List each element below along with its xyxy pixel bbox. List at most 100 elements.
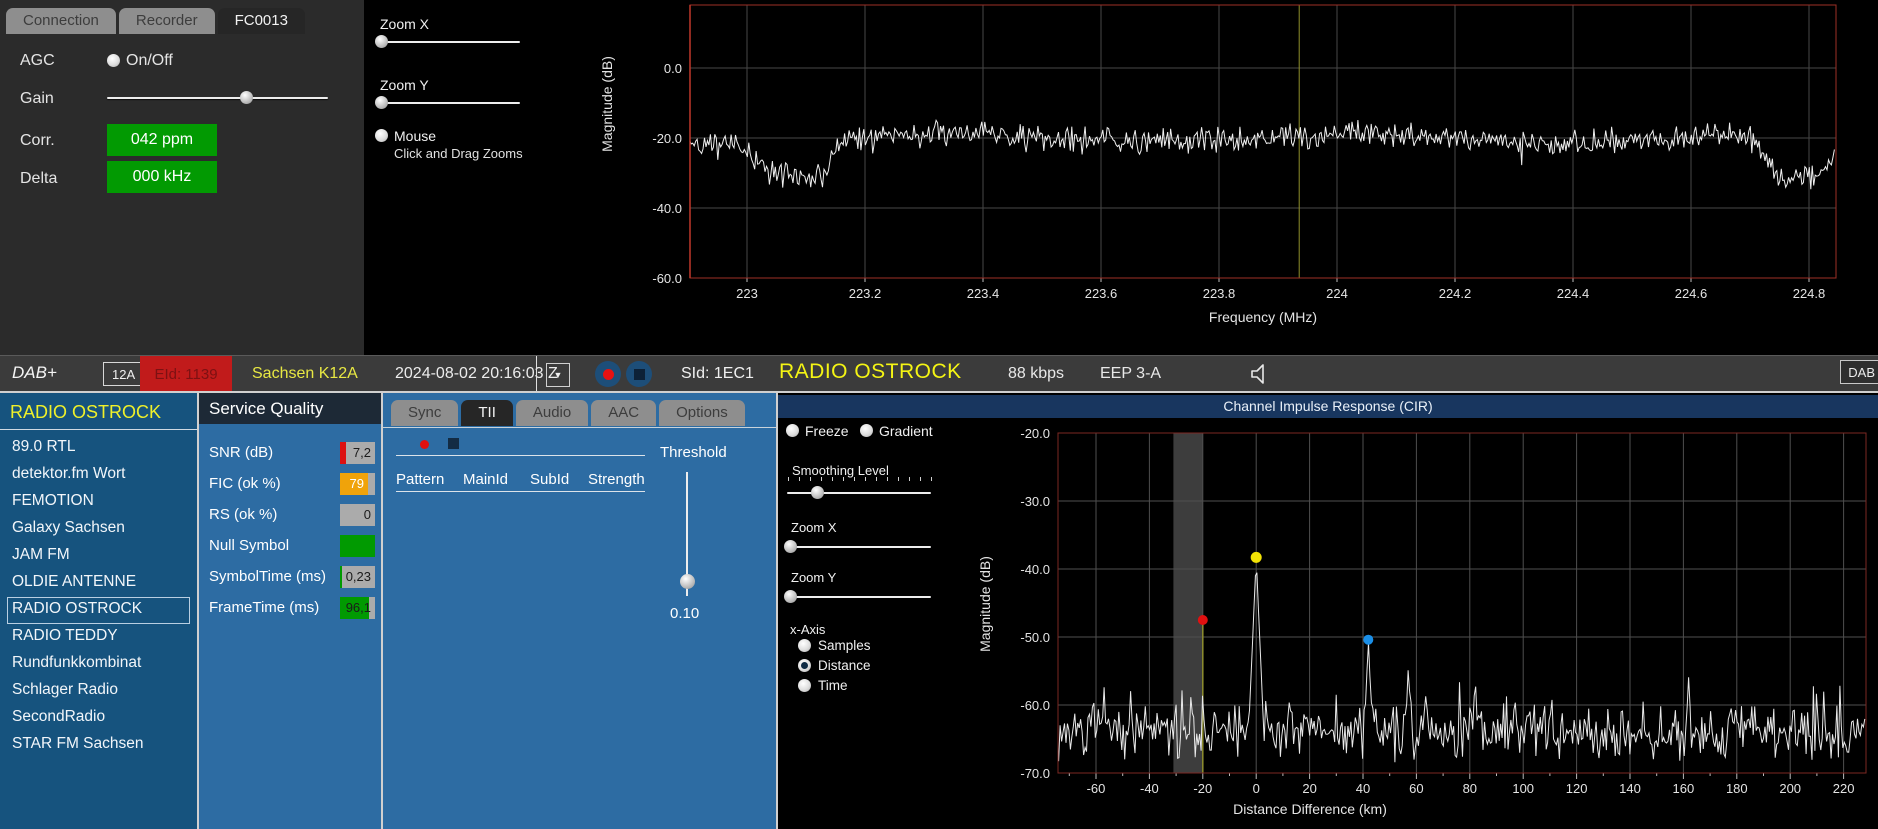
bitrate: 88 kbps [1008,365,1064,383]
threshold-slider-handle[interactable] [680,574,695,589]
radio-icon[interactable] [798,639,811,652]
tab-sync[interactable]: Sync [391,400,458,426]
quality-bar: 7,2 [340,442,375,464]
x-axis-option-time[interactable]: Time [798,678,848,693]
svg-text:-60.0: -60.0 [652,271,682,286]
tab-fc0013[interactable]: FC0013 [218,8,305,34]
tab-audio[interactable]: Audio [516,400,588,426]
dab-mode-label: DAB+ [12,363,57,383]
spectrum-zoom-x-handle[interactable] [375,35,388,48]
gain-slider-track[interactable] [107,97,328,99]
cir-plot[interactable]: -60-40-20020406080100120140160180200220-… [950,414,1878,829]
station-item[interactable]: SecondRadio [7,705,190,732]
quality-value: 79 [350,473,364,495]
mouse-zoom-radio[interactable] [375,129,388,142]
smoothing-slider-handle[interactable] [811,486,824,499]
station-item[interactable]: 89.0 RTL [7,435,190,462]
spectrum-zoom-y-handle[interactable] [375,96,388,109]
spectrum-zoom-y-track[interactable] [378,102,520,104]
radio-icon[interactable] [798,679,811,692]
gain-slider-handle[interactable] [240,91,253,104]
quality-value: 0 [364,504,371,526]
mouse-zoom-label: Mouse [394,128,436,144]
station-item[interactable]: Galaxy Sachsen [7,516,190,543]
tab-recorder[interactable]: Recorder [119,8,215,34]
agc-radio[interactable] [107,54,120,67]
freeze-radio[interactable] [786,424,799,437]
tii-column-mainid: MainId [463,471,508,488]
station-item[interactable]: RADIO TEDDY [7,624,190,651]
svg-text:-40.0: -40.0 [652,201,682,216]
station-item[interactable]: JAM FM [7,543,190,570]
quality-row: FrameTime (ms)96,1 [199,592,381,623]
quality-bar: 0,23 [340,566,375,588]
svg-text:-60: -60 [1087,781,1106,796]
smoothing-slider-ticks [788,477,932,481]
svg-text:Distance Difference (km): Distance Difference (km) [1233,801,1387,817]
cir-zoom-x-handle[interactable] [784,540,797,553]
tii-column-strength: Strength [588,471,645,488]
mouse-zoom-sublabel: Click and Drag Zooms [394,146,523,161]
quality-value: 7,2 [353,442,371,464]
x-axis-option-distance[interactable]: Distance [798,658,871,673]
cir-zoom-y-handle[interactable] [784,590,797,603]
divider [536,356,537,392]
svg-text:80: 80 [1463,781,1477,796]
threshold-label: Threshold [660,444,727,461]
service-quality-panel: Service Quality SNR (dB)7,2FIC (ok %)79R… [199,393,383,829]
cir-zoom-x-track[interactable] [787,546,931,548]
station-item[interactable]: Schlager Radio [7,678,190,705]
spectrum-zoom-x-label: Zoom X [380,16,429,32]
delta-label: Delta [20,170,57,188]
smoothing-slider-track[interactable] [787,492,931,494]
station-item[interactable]: FEMOTION [7,489,190,516]
svg-text:223.4: 223.4 [967,286,1000,301]
quality-bar [340,535,375,557]
chevron-down-icon: ▼ [554,370,563,380]
cir-zoom-y-track[interactable] [787,596,931,598]
station-item[interactable]: detektor.fm Wort [7,462,190,489]
divider [383,427,776,428]
tab-aac[interactable]: AAC [591,400,656,426]
tab-tii[interactable]: TII [461,400,513,426]
stop-button[interactable] [626,361,652,387]
tii-column-subid: SubId [530,471,569,488]
svg-text:223: 223 [736,286,758,301]
stop-icon [634,369,645,380]
service-dropdown-button[interactable]: ▼ [546,363,570,387]
gradient-radio[interactable] [860,424,873,437]
stations-panel: RADIO OSTROCK 89.0 RTLdetektor.fm WortFE… [0,393,199,829]
speaker-icon[interactable] [1248,362,1272,386]
spectrum-plot[interactable]: 223223.2223.4223.6223.8224224.2224.4224.… [590,0,1878,340]
service-id: SId: 1EC1 [681,365,754,383]
station-item[interactable]: STAR FM Sachsen [7,732,190,759]
svg-text:220: 220 [1833,781,1855,796]
svg-text:-20.0: -20.0 [1020,426,1050,441]
quality-bar-fill [340,442,346,464]
quality-bar-fill [340,535,375,557]
svg-text:-20.0: -20.0 [652,131,682,146]
record-button[interactable] [595,361,621,387]
tab-options[interactable]: Options [659,400,745,426]
quality-bar-fill [340,566,342,588]
svg-text:140: 140 [1619,781,1641,796]
tab-connection[interactable]: Connection [6,8,116,34]
delta-value-badge: 000 kHz [107,161,217,193]
station-item[interactable]: RADIO OSTROCK [7,597,190,624]
divider [396,491,645,492]
gain-label: Gain [20,90,54,108]
svg-text:223.8: 223.8 [1203,286,1236,301]
svg-text:180: 180 [1726,781,1748,796]
radio-icon[interactable] [798,659,811,672]
x-axis-option-samples[interactable]: Samples [798,638,871,653]
quality-value: 0,23 [346,566,371,588]
spectrum-zoom-x-track[interactable] [378,41,520,43]
svg-text:-40.0: -40.0 [1020,562,1050,577]
station-item[interactable]: OLDIE ANTENNE [7,570,190,597]
station-item[interactable]: Rundfunkkombinat [7,651,190,678]
tii-tab-bar: SyncTIIAudioAACOptions [391,400,745,426]
svg-text:224.8: 224.8 [1793,286,1826,301]
quality-row: SymbolTime (ms)0,23 [199,561,381,592]
station-list: 89.0 RTLdetektor.fm WortFEMOTIONGalaxy S… [0,430,197,759]
svg-text:223.6: 223.6 [1085,286,1118,301]
